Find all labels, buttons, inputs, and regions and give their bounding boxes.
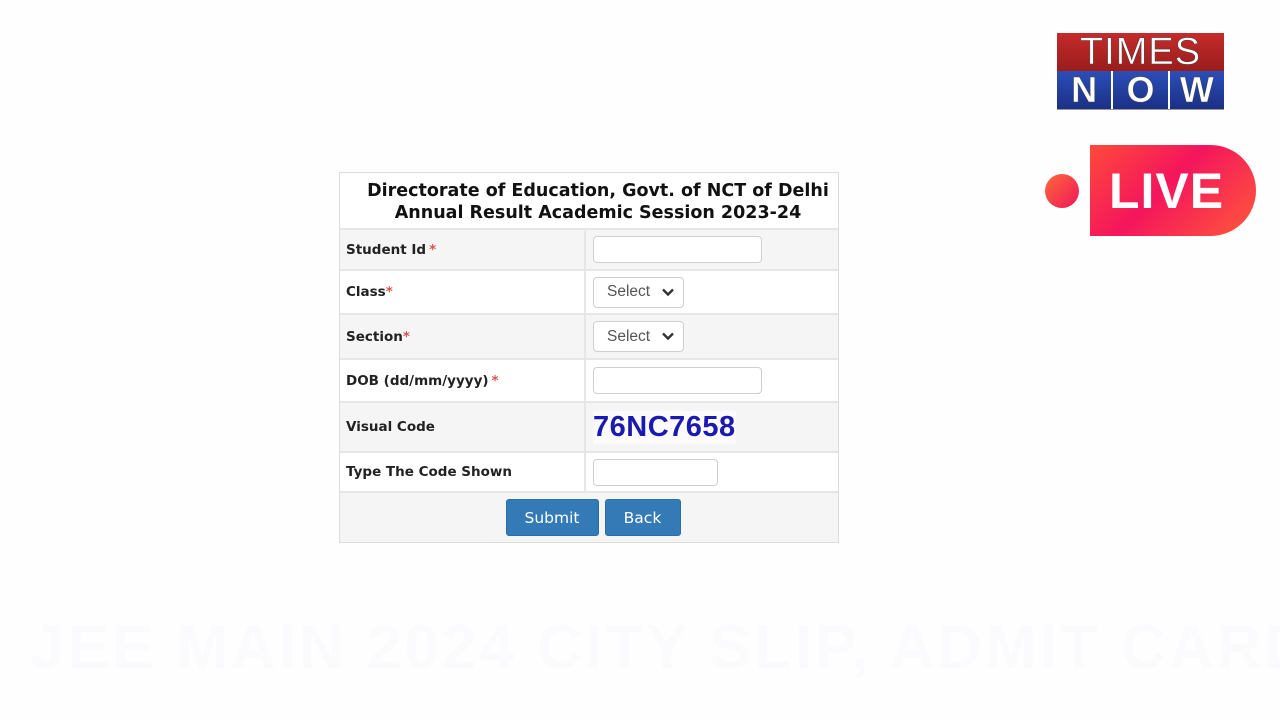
form-title-line2: Annual Result Academic Session 2023-24 (394, 203, 802, 223)
live-badge: LIVE (1090, 145, 1256, 236)
captcha-input[interactable] (593, 458, 718, 486)
class-input-cell: Select (586, 271, 838, 313)
logo-letter: O (1113, 69, 1168, 110)
logo-top-text: TIMES (1057, 33, 1224, 71)
class-label: Class (346, 284, 386, 300)
dob-label-cell: DOB (dd/mm/yyyy) * (340, 360, 586, 401)
dob-label: DOB (dd/mm/yyyy) (346, 372, 489, 389)
section-label: Section (346, 328, 403, 345)
chevron-down-icon (662, 332, 674, 341)
visual-code-cell: 76NC7658 (586, 403, 838, 451)
row-student-id: Student Id * (340, 230, 838, 271)
form-header: Directorate of Education, Govt. of NCT o… (340, 173, 838, 230)
student-id-label-cell: Student Id * (340, 230, 586, 269)
button-row: Submit Back (340, 493, 838, 542)
required-asterisk: * (491, 372, 499, 389)
watermark-headline: JEE MAIN 2024 CITY SLIP, ADMIT CARD (30, 613, 1280, 682)
chevron-down-icon (662, 288, 674, 296)
code-input-label: Type The Code Shown (346, 464, 512, 480)
submit-button[interactable]: Submit (505, 499, 599, 536)
student-id-input-cell (586, 230, 838, 269)
section-select-value: Select (607, 327, 651, 345)
row-visual-code: Visual Code 76NC7658 (340, 403, 838, 453)
result-form: Directorate of Education, Govt. of NCT o… (339, 172, 839, 543)
required-asterisk: * (385, 284, 393, 300)
section-label-cell: Section * (340, 315, 586, 358)
class-label-cell: Class * (340, 271, 586, 313)
visual-code-label-cell: Visual Code (340, 403, 586, 451)
logo-letter: N (1057, 69, 1112, 110)
logo-letter: W (1169, 69, 1224, 110)
section-input-cell: Select (586, 315, 838, 358)
live-dot-icon (1045, 174, 1079, 208)
student-id-label: Student Id (346, 241, 427, 258)
code-input-cell (586, 453, 838, 491)
dob-input[interactable] (593, 367, 762, 394)
captcha-image: 76NC7658 (593, 410, 736, 444)
class-select[interactable]: Select (593, 276, 684, 308)
required-asterisk: * (429, 241, 437, 258)
form-title-line1: Directorate of Education, Govt. of NCT o… (367, 181, 829, 201)
class-select-value: Select (607, 283, 651, 300)
row-dob: DOB (dd/mm/yyyy) * (340, 360, 838, 403)
section-select[interactable]: Select (593, 321, 684, 352)
dob-input-cell (586, 360, 838, 401)
row-section: Section * Select (340, 315, 838, 360)
live-label: LIVE (1109, 162, 1225, 219)
code-input-label-cell: Type The Code Shown (340, 453, 586, 491)
logo-bottom: N O W (1057, 69, 1224, 110)
page: JEE MAIN 2024 CITY SLIP, ADMIT CARD Dire… (0, 0, 1280, 720)
row-class: Class * Select (340, 271, 838, 315)
back-button[interactable]: Back (604, 499, 681, 536)
row-code-input: Type The Code Shown (340, 453, 838, 493)
visual-code-label: Visual Code (346, 419, 435, 435)
required-asterisk: * (402, 328, 410, 345)
student-id-input[interactable] (593, 236, 762, 263)
times-now-logo: TIMES N O W (1057, 33, 1224, 110)
